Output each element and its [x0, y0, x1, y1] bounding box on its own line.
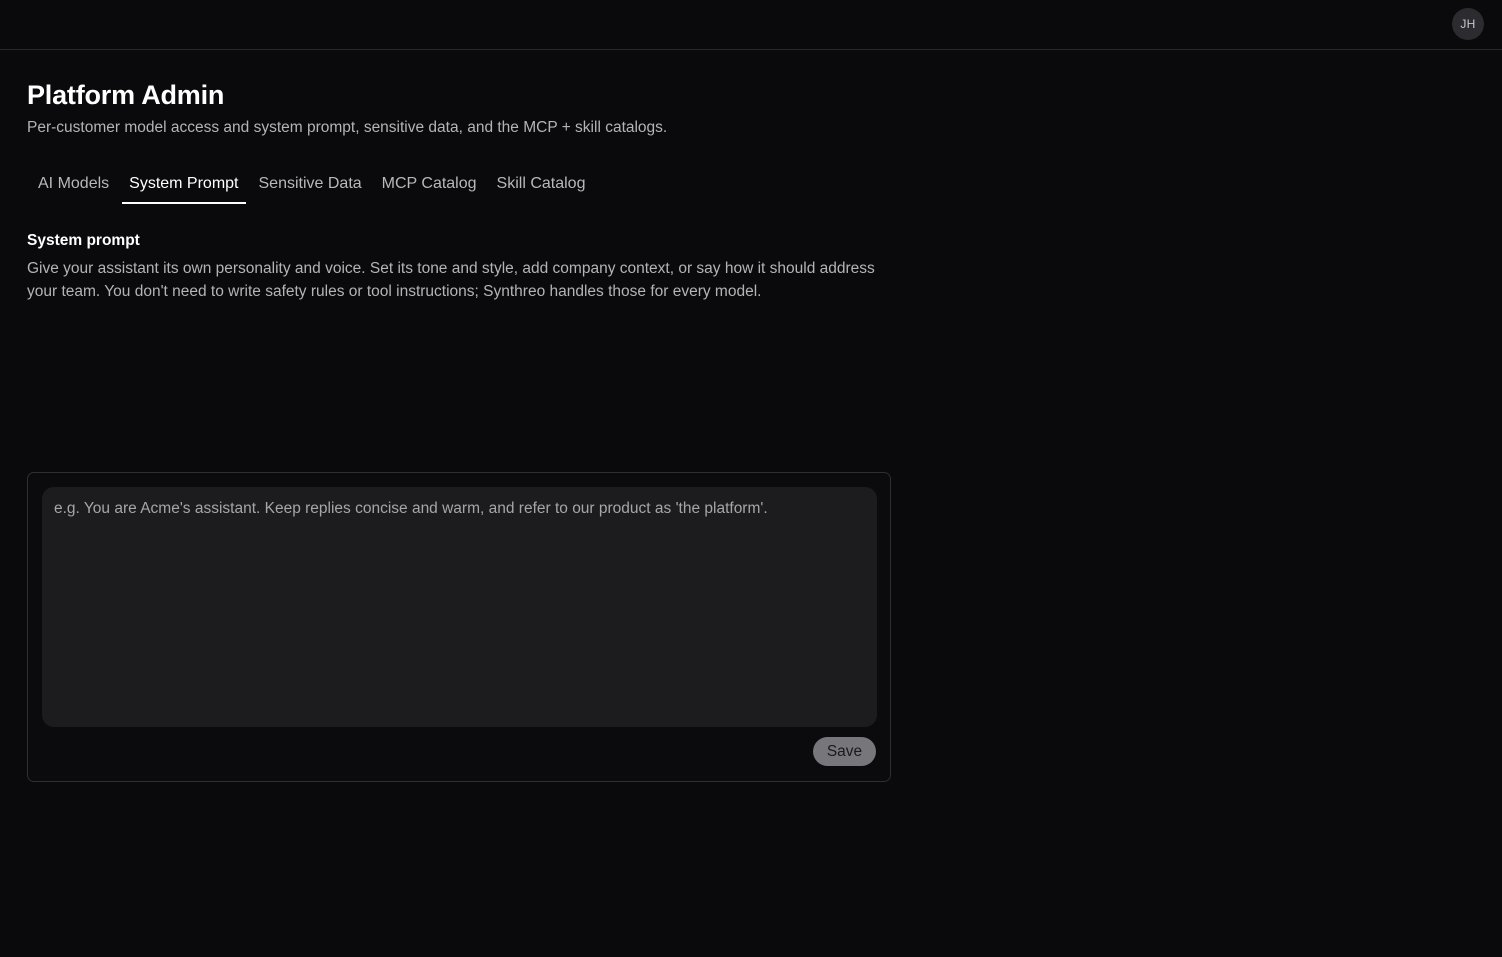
tab-skill-catalog[interactable]: Skill Catalog [490, 171, 593, 204]
tab-mcp-catalog[interactable]: MCP Catalog [375, 171, 484, 204]
section-title: System prompt [27, 232, 140, 249]
save-button[interactable]: Save [813, 737, 876, 766]
tab-ai-models[interactable]: AI Models [31, 171, 116, 204]
tab-sensitive-data[interactable]: Sensitive Data [252, 171, 369, 204]
system-prompt-input[interactable] [42, 487, 877, 727]
section-description: Give your assistant its own personality … [27, 260, 875, 300]
page-title: Platform Admin [27, 80, 225, 110]
system-prompt-section: System prompt Give your assistant its ow… [27, 231, 891, 782]
tab-system-prompt[interactable]: System Prompt [122, 171, 246, 204]
system-prompt-card: Save [27, 472, 891, 782]
user-avatar[interactable]: JH [1452, 8, 1484, 40]
main-content: Platform Admin Per-customer model access… [27, 78, 897, 782]
page-subtitle: Per-customer model access and system pro… [27, 119, 668, 136]
top-bar: JH [0, 0, 1502, 50]
tab-bar: AI Models System Prompt Sensitive Data M… [27, 171, 598, 204]
